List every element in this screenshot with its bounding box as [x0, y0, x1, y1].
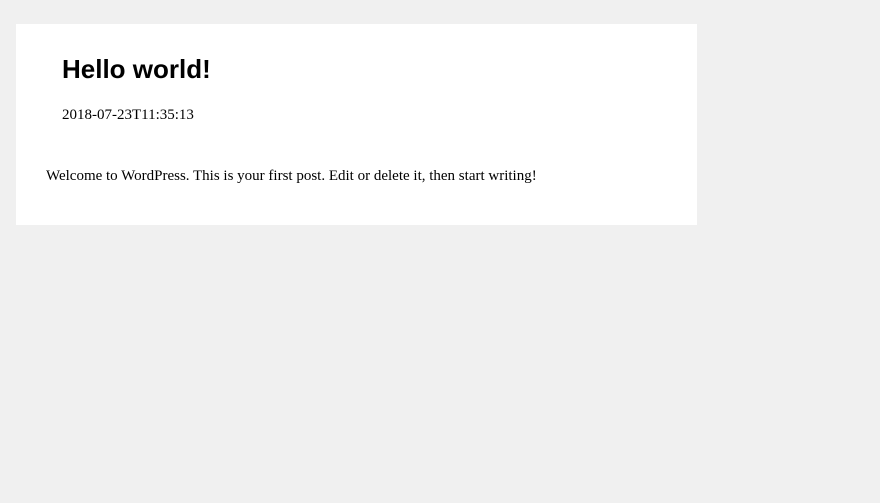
post-title: Hello world! [62, 54, 667, 85]
post-timestamp: 2018-07-23T11:35:13 [62, 107, 667, 124]
post-card: Hello world! 2018-07-23T11:35:13 Welcome… [16, 24, 697, 225]
post-body: Welcome to WordPress. This is your first… [46, 166, 667, 187]
post-header: Hello world! 2018-07-23T11:35:13 [46, 54, 667, 124]
